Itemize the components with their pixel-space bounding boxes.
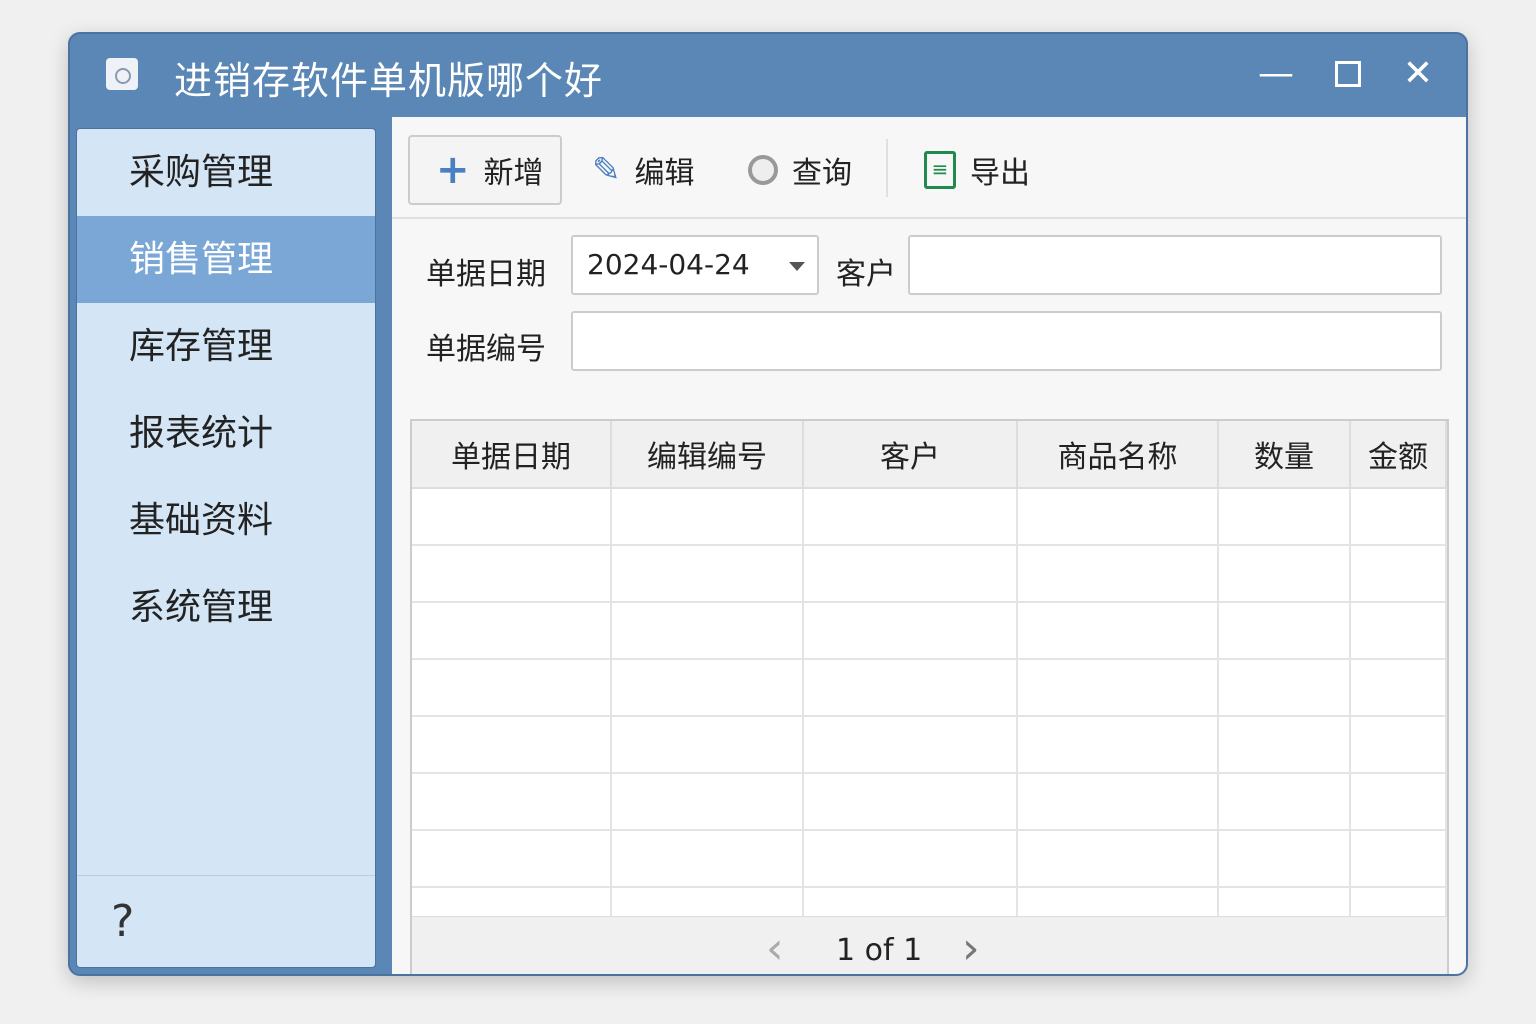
table-cell [611,773,804,831]
maximize-button[interactable] [1326,52,1370,96]
column-header-product[interactable]: 商品名称 [1017,421,1219,489]
minimize-button[interactable]: — [1254,52,1298,96]
table-cell [1218,659,1351,717]
table-cell [611,545,804,603]
sidebar-item-reports[interactable]: 报表统计 [77,390,375,477]
export-label: 导出 [970,156,1030,191]
add-button[interactable]: + 新增 [408,135,562,205]
window-title: 进销存软件单机版哪个好 [174,59,604,103]
main-panel: + 新增 ✎ 编辑 查询 ≡ 导出 单据日期 2024-04-24 客户 单据编… [392,117,1466,974]
query-button[interactable]: 查询 [748,135,852,205]
app-icon [106,58,138,90]
table-cell [412,830,612,888]
table-cell [1218,488,1351,546]
table-cell [1218,773,1351,831]
table-cell [1017,830,1219,888]
table-cell [1350,716,1447,774]
edit-button[interactable]: ✎ 编辑 [592,135,695,205]
table-row[interactable] [412,659,1447,717]
table-cell [412,716,612,774]
table-cell [1350,773,1447,831]
table-cell [412,773,612,831]
query-label: 查询 [792,156,852,191]
table-cell [611,716,804,774]
table-cell [1218,602,1351,660]
table-cell [1017,659,1219,717]
table-cell [1350,545,1447,603]
sidebar-item-purchase[interactable]: 采购管理 [77,129,375,216]
table-row[interactable] [412,488,1447,546]
plus-icon: + [436,147,470,193]
table-cell [803,773,1018,831]
table-cell [803,659,1018,717]
table-cell [1017,773,1219,831]
column-header-quantity[interactable]: 数量 [1218,421,1351,489]
next-page-button[interactable]: › [962,923,980,974]
toolbar: + 新增 ✎ 编辑 查询 ≡ 导出 [392,117,1466,219]
table-row[interactable] [412,716,1447,774]
column-header-customer[interactable]: 客户 [803,421,1018,489]
table-cell [412,659,612,717]
table-cell [1218,716,1351,774]
table-row[interactable] [412,602,1447,660]
customer-input[interactable] [908,235,1442,295]
date-label: 单据日期 [426,257,546,292]
table-cell [803,830,1018,888]
pagination: ‹ 1 of 1 › [412,916,1447,974]
spreadsheet-icon: ≡ [924,151,956,189]
help-button[interactable]: ? [77,875,375,967]
table-cell [1017,488,1219,546]
prev-page-button[interactable]: ‹ [766,923,784,974]
table-cell [1350,659,1447,717]
table-cell [412,545,612,603]
table-cell [1017,716,1219,774]
page-indicator: 1 of 1 [836,933,923,968]
table-cell [803,545,1018,603]
table-cell [1017,602,1219,660]
sidebar-item-system[interactable]: 系统管理 [77,564,375,651]
doc-number-label: 单据编号 [426,332,546,367]
sidebar: 采购管理 销售管理 库存管理 报表统计 基础资料 系统管理 ? [76,128,376,968]
export-button[interactable]: ≡ 导出 [924,135,1030,205]
customer-label: 客户 [836,257,896,292]
chevron-down-icon [789,262,805,271]
table-cell [611,830,804,888]
sidebar-item-basic-data[interactable]: 基础资料 [77,477,375,564]
table-cell [1350,488,1447,546]
magnifier-icon [748,155,778,185]
table-cell [611,602,804,660]
orders-table: 单据日期 编辑编号 客户 商品名称 数量 金额 ‹ 1 of 1 › [410,419,1449,974]
table-cell [412,488,612,546]
sidebar-item-inventory[interactable]: 库存管理 [77,303,375,390]
pencil-icon: ✎ [592,150,621,190]
table-cell [1218,545,1351,603]
table-cell [611,488,804,546]
table-row[interactable] [412,545,1447,603]
table-cell [1350,830,1447,888]
table-cell [412,602,612,660]
table-cell [803,602,1018,660]
app-window: 进销存软件单机版哪个好 — ✕ 采购管理 销售管理 库存管理 报表统计 基础资料… [68,32,1468,976]
edit-label: 编辑 [634,156,695,191]
column-header-date[interactable]: 单据日期 [412,421,612,489]
table-cell [611,659,804,717]
table-row[interactable] [412,773,1447,831]
table-cell [1017,545,1219,603]
table-cell [803,716,1018,774]
table-row[interactable] [412,830,1447,888]
doc-number-input[interactable] [571,311,1442,371]
add-label: 新增 [483,156,544,191]
date-dropdown[interactable]: 2024-04-24 [571,235,819,295]
table-cell [1218,830,1351,888]
table-cell [803,488,1018,546]
table-cell [1350,602,1447,660]
column-header-number[interactable]: 编辑编号 [611,421,804,489]
title-bar: 进销存软件单机版哪个好 — ✕ [70,34,1466,116]
close-button[interactable]: ✕ [1396,52,1440,96]
column-header-amount[interactable]: 金额 [1350,421,1447,489]
sidebar-item-sales[interactable]: 销售管理 [77,216,375,303]
toolbar-divider [886,139,888,197]
date-value: 2024-04-24 [587,248,750,281]
